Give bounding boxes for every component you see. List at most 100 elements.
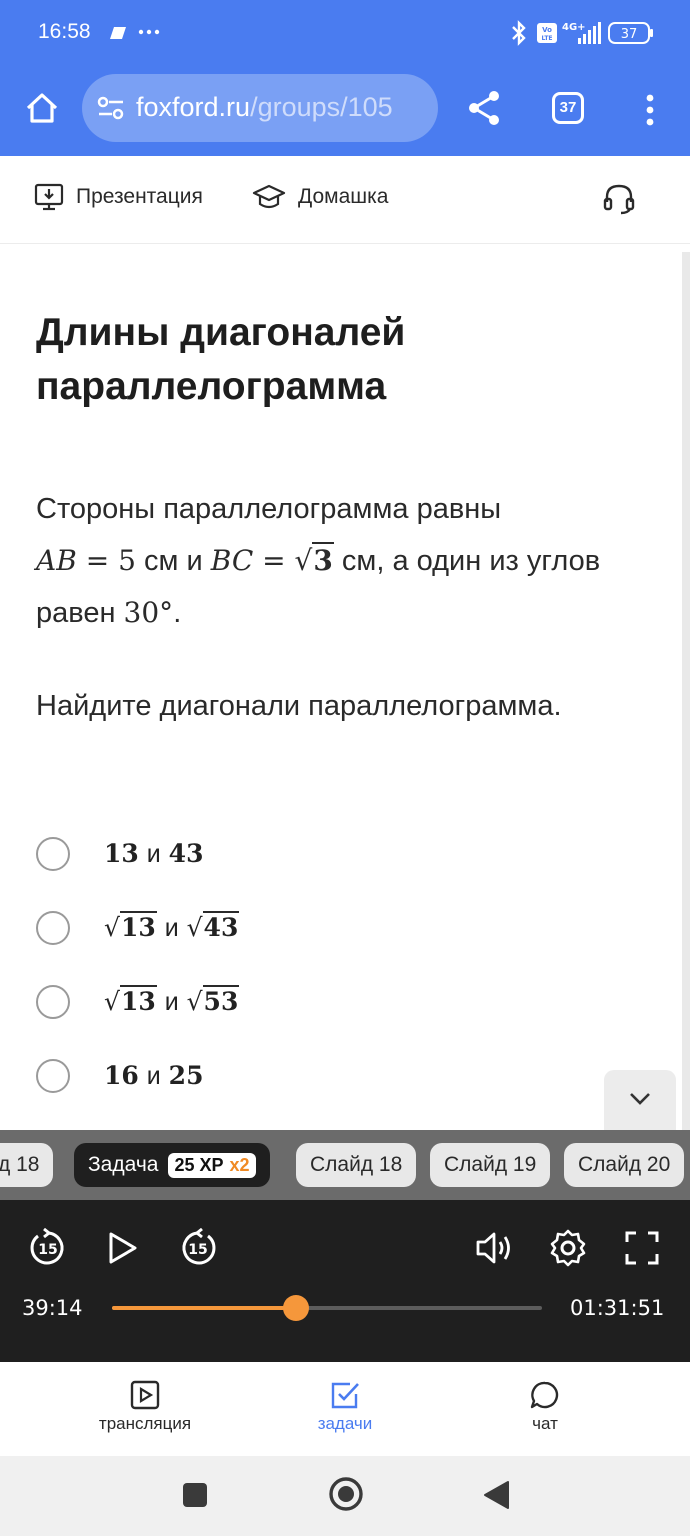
system-navigation-bar bbox=[0, 1456, 690, 1536]
homework-label: Домашка bbox=[298, 185, 389, 208]
radio-button[interactable] bbox=[36, 1059, 70, 1093]
browser-chrome: 16:58 Vo LTE 4G+ 37 foxford.ru/groups/105 bbox=[0, 0, 690, 156]
statement-prefix: Стороны параллелограмма равны bbox=[36, 493, 502, 525]
chevron-down-icon bbox=[630, 1093, 650, 1105]
task-question: Найдите диагонали параллелограмма. bbox=[36, 690, 562, 722]
current-time: 39:14 bbox=[22, 1296, 83, 1320]
rewind-15-icon: 15 bbox=[30, 1227, 64, 1265]
angle-value: 30° bbox=[123, 596, 174, 629]
download-presentation-icon bbox=[34, 183, 64, 211]
volume-button[interactable] bbox=[474, 1228, 514, 1272]
slide-chip[interactable]: Слайд 18 bbox=[296, 1143, 417, 1187]
option-a: 13 bbox=[104, 839, 139, 868]
progress-track[interactable] bbox=[112, 1295, 542, 1321]
fullscreen-button[interactable] bbox=[624, 1230, 660, 1270]
xp-multiplier: x2 bbox=[229, 1154, 250, 1175]
lesson-header: Презентация Домашка bbox=[0, 156, 690, 244]
homework-button[interactable]: Домашка bbox=[252, 182, 388, 212]
more-dots-icon bbox=[138, 20, 160, 44]
gear-icon bbox=[550, 1229, 586, 1267]
option-label: 13 и 43 bbox=[104, 839, 203, 869]
nav-item-broadcast[interactable]: трансляция bbox=[75, 1380, 215, 1434]
answer-option[interactable]: 13 и 43 bbox=[36, 834, 203, 874]
play-icon bbox=[109, 1232, 137, 1264]
recent-apps-button[interactable] bbox=[182, 1482, 208, 1512]
url-path: /groups/105 bbox=[250, 92, 393, 122]
url-domain: foxford.ru bbox=[136, 92, 251, 122]
collapse-button[interactable] bbox=[604, 1070, 676, 1130]
settings-button[interactable] bbox=[548, 1228, 588, 1272]
browser-toolbar: foxford.ru/groups/105 37 bbox=[0, 66, 690, 156]
bottom-navigation: трансляция задачи чат bbox=[0, 1362, 690, 1456]
progress-handle[interactable] bbox=[282, 1295, 309, 1321]
value-ab: 5 bbox=[118, 544, 136, 577]
signal-4g-icon: 4G+ bbox=[562, 20, 602, 50]
task-chip-label: Задача bbox=[88, 1153, 159, 1176]
bluetooth-icon bbox=[508, 20, 530, 50]
graduation-cap-icon bbox=[252, 184, 286, 209]
volume-icon bbox=[476, 1232, 510, 1264]
slide-chip-task[interactable]: Задача 25 XP x2 bbox=[74, 1143, 270, 1187]
segment-bc: BC bbox=[210, 544, 254, 577]
radio-button[interactable] bbox=[36, 911, 70, 945]
site-settings-icon[interactable] bbox=[96, 96, 126, 124]
option-b: 53 bbox=[202, 985, 240, 1016]
total-time: 01:31:51 bbox=[570, 1296, 665, 1320]
scroll-gutter bbox=[682, 252, 690, 1190]
xp-value: 25 XP bbox=[174, 1154, 224, 1175]
option-b: 43 bbox=[168, 839, 204, 868]
slide-chip[interactable]: Слайд 19 bbox=[430, 1143, 551, 1187]
chat-bubble-icon bbox=[530, 1381, 559, 1409]
answer-option[interactable]: √13 и √43 bbox=[36, 908, 240, 948]
xp-badge: 25 XP x2 bbox=[168, 1152, 256, 1178]
support-button[interactable] bbox=[602, 182, 636, 220]
task-card: Длины диагоналей параллелограмма Стороны… bbox=[0, 252, 682, 1130]
slide-chip-prev[interactable]: д 18 bbox=[0, 1143, 54, 1187]
option-a: 16 bbox=[104, 1061, 139, 1090]
answer-option[interactable]: 16 и 25 bbox=[36, 1056, 203, 1096]
checkbox-icon bbox=[331, 1382, 359, 1409]
answer-option[interactable]: √13 и √53 bbox=[36, 982, 240, 1022]
share-button[interactable] bbox=[464, 88, 504, 128]
nav-item-tasks[interactable]: задачи bbox=[275, 1380, 415, 1434]
svg-text:37: 37 bbox=[621, 27, 638, 42]
option-and: и bbox=[146, 1062, 161, 1090]
video-player: 15 15 39:14 01:31:51 bbox=[0, 1200, 690, 1362]
radio-button[interactable] bbox=[36, 837, 70, 871]
nav-item-chat[interactable]: чат bbox=[475, 1380, 615, 1434]
formula-ab: AB = 5 bbox=[36, 544, 136, 577]
tabs-button[interactable]: 37 bbox=[552, 92, 584, 124]
option-b: 43 bbox=[202, 911, 240, 942]
rewind-button[interactable]: 15 bbox=[28, 1227, 68, 1272]
nav-label: трансляция bbox=[98, 1414, 192, 1433]
unit-bc: см bbox=[341, 545, 377, 577]
option-a: 13 bbox=[119, 985, 157, 1016]
presentation-button[interactable]: Презентация bbox=[34, 182, 203, 212]
kebab-menu-icon bbox=[646, 94, 654, 126]
status-bar: 16:58 Vo LTE 4G+ 37 bbox=[0, 0, 690, 66]
forward-button[interactable]: 15 bbox=[178, 1227, 218, 1272]
play-button[interactable] bbox=[104, 1230, 140, 1270]
formula-bc: BC = √3 bbox=[210, 542, 334, 577]
battery-icon: 37 bbox=[608, 22, 654, 48]
back-button[interactable] bbox=[482, 1480, 510, 1514]
svg-text:4G+: 4G+ bbox=[562, 22, 586, 33]
forward-15-icon: 15 bbox=[182, 1227, 216, 1265]
radio-button[interactable] bbox=[36, 985, 70, 1019]
address-bar[interactable]: foxford.ru/groups/105 bbox=[82, 74, 438, 142]
option-and: и bbox=[164, 988, 179, 1016]
home-nav-button[interactable] bbox=[328, 1476, 364, 1516]
cloud-icon bbox=[106, 25, 128, 45]
unit-ab: см bbox=[143, 545, 179, 577]
svg-text:Vo: Vo bbox=[542, 26, 552, 34]
share-icon bbox=[469, 91, 499, 125]
menu-button[interactable] bbox=[638, 90, 662, 130]
fullscreen-icon bbox=[625, 1231, 659, 1265]
home-button[interactable] bbox=[22, 88, 62, 128]
home-icon bbox=[26, 93, 58, 123]
nav-label: задачи bbox=[317, 1414, 373, 1433]
slide-chip[interactable]: Слайд 20 bbox=[564, 1143, 685, 1187]
option-label: √13 и √43 bbox=[104, 911, 240, 942]
svg-text:LTE: LTE bbox=[541, 35, 552, 42]
url-text: foxford.ru/groups/105 bbox=[136, 92, 393, 123]
